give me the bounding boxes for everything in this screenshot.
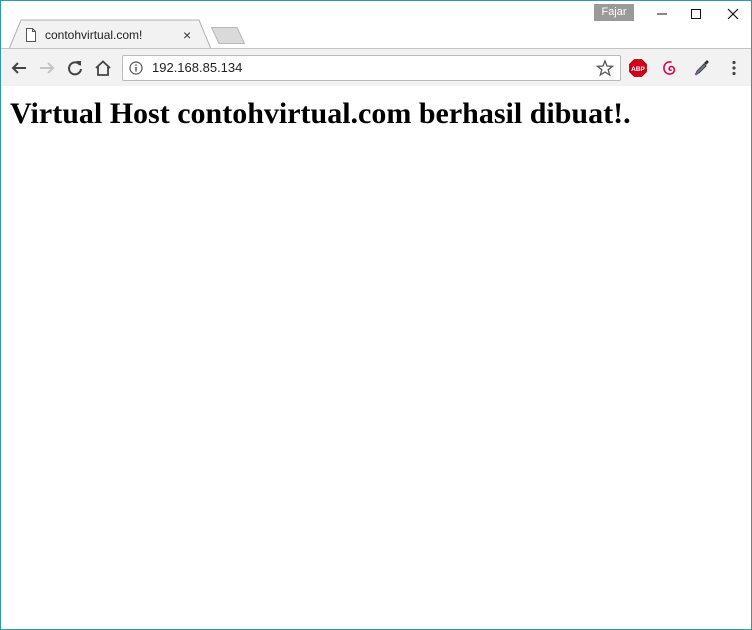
home-button[interactable]	[93, 58, 113, 78]
profile-badge[interactable]: Fajar	[594, 4, 634, 21]
address-bar[interactable]: 192.168.85.134	[122, 55, 621, 81]
reload-icon	[68, 61, 82, 76]
eyedropper-icon[interactable]	[693, 59, 711, 77]
toolbar: 192.168.85.134 ABP	[1, 48, 751, 87]
back-button[interactable]	[9, 58, 29, 78]
close-icon	[727, 8, 739, 20]
bookmark-star-icon[interactable]	[596, 59, 614, 77]
title-bar: Fajar contohvirtual.com! ×	[1, 1, 751, 49]
debian-swirl-icon[interactable]	[661, 59, 679, 77]
tab-close-button[interactable]: ×	[183, 28, 191, 42]
tab-title: contohvirtual.com!	[45, 28, 143, 42]
maximize-button[interactable]	[678, 3, 714, 25]
reload-button[interactable]	[65, 58, 85, 78]
abp-icon[interactable]: ABP	[629, 59, 647, 77]
tab-content[interactable]: contohvirtual.com! ×	[25, 25, 203, 45]
page-icon	[26, 28, 36, 42]
close-window-button[interactable]	[715, 3, 751, 25]
forward-icon	[40, 62, 55, 74]
home-icon	[95, 60, 111, 76]
page-heading: Virtual Host contohvirtual.com berhasil …	[10, 97, 631, 130]
info-icon[interactable]	[129, 61, 143, 75]
minimize-icon	[657, 13, 667, 15]
page-content: Virtual Host contohvirtual.com berhasil …	[1, 86, 751, 629]
menu-dots-icon[interactable]	[725, 59, 743, 77]
new-tab-button[interactable]	[211, 27, 245, 44]
back-icon	[11, 62, 26, 74]
abp-label: ABP	[631, 66, 645, 73]
maximize-icon	[691, 9, 701, 19]
url-text[interactable]: 192.168.85.134	[152, 56, 242, 80]
forward-button[interactable]	[37, 58, 57, 78]
browser-window: Fajar contohvirtual.com! × 192.168.85.13…	[0, 0, 752, 630]
minimize-button[interactable]	[644, 3, 680, 25]
